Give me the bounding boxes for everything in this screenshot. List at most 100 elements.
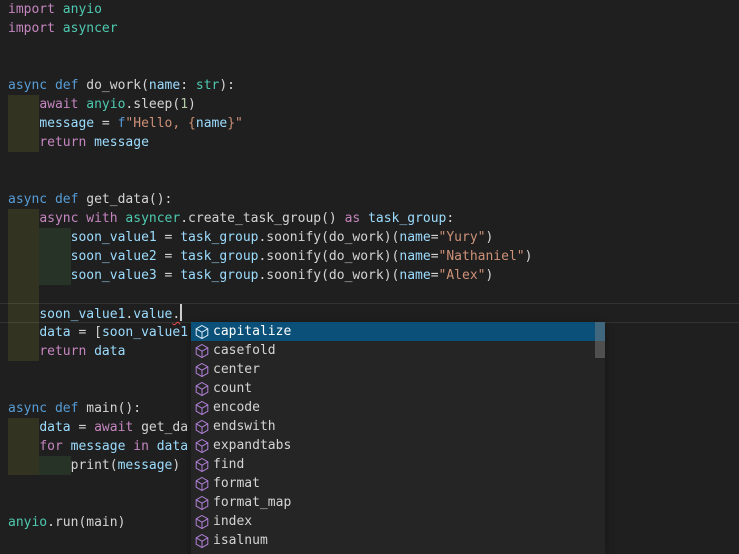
code-token: 1 — [180, 97, 188, 112]
code-line[interactable]: message = f"Hello, {name}" — [0, 114, 739, 133]
symbol-method-icon — [194, 438, 210, 454]
code-token: .run(main) — [47, 515, 125, 530]
code-token: str — [196, 78, 219, 93]
code-token: anyio — [63, 2, 102, 17]
suggest-item-encode[interactable]: encode — [191, 398, 605, 417]
code-token: get_da — [141, 420, 188, 435]
code-line[interactable]: import asyncer — [0, 19, 739, 38]
code-token: name — [149, 78, 180, 93]
code-token: name — [196, 116, 227, 131]
code-line[interactable]: async def do_work(name: str): — [0, 76, 739, 95]
code-line[interactable] — [0, 38, 739, 57]
code-token: (): — [118, 401, 141, 416]
suggest-item-label: casefold — [213, 343, 276, 358]
code-token: = — [71, 420, 94, 435]
code-token: main — [86, 401, 117, 416]
code-token — [55, 2, 63, 17]
suggest-item-label: format_map — [213, 495, 291, 510]
code-token: = — [94, 116, 117, 131]
code-line-current[interactable]: soon_value1.value. — [0, 304, 739, 323]
code-token: = — [157, 249, 180, 264]
suggest-item-casefold[interactable]: casefold — [191, 341, 605, 360]
code-token: = — [431, 249, 439, 264]
suggest-item-count[interactable]: count — [191, 379, 605, 398]
code-token: ): — [219, 78, 235, 93]
code-line[interactable]: soon_value1 = task_group.soonify(do_work… — [0, 228, 739, 247]
code-token — [8, 323, 39, 342]
code-token — [47, 192, 55, 207]
code-token: ) — [172, 458, 180, 473]
code-token: def — [55, 192, 78, 207]
suggest-item-find[interactable]: find — [191, 455, 605, 474]
code-token: in — [133, 439, 149, 454]
code-token: value — [133, 307, 172, 322]
code-token: task_group — [180, 230, 258, 245]
code-token — [8, 209, 39, 228]
code-token: message — [71, 439, 126, 454]
code-token — [8, 133, 39, 152]
code-line[interactable] — [0, 285, 739, 304]
code-token: soon_value3 — [71, 268, 157, 283]
code-token: }" — [227, 116, 243, 131]
code-token — [360, 211, 368, 226]
code-token — [8, 114, 39, 133]
symbol-method-icon — [194, 514, 210, 530]
code-line[interactable]: await anyio.sleep(1) — [0, 95, 739, 114]
code-token: def — [55, 78, 78, 93]
suggest-item-label: find — [213, 457, 244, 472]
suggest-item-center[interactable]: center — [191, 360, 605, 379]
code-token: anyio — [8, 515, 47, 530]
code-token — [8, 228, 39, 247]
suggest-item-capitalize[interactable]: capitalize — [191, 322, 605, 341]
suggest-item-label: encode — [213, 400, 260, 415]
code-token: print — [71, 458, 110, 473]
code-token: import — [8, 2, 55, 17]
code-token: ) — [525, 249, 533, 264]
suggest-item-endswith[interactable]: endswith — [191, 417, 605, 436]
code-line[interactable]: async def get_data(): — [0, 190, 739, 209]
autocomplete-list: capitalize casefold center count encode endsw… — [191, 322, 605, 550]
code-token: .create_task_group() — [180, 211, 344, 226]
code-token — [8, 437, 39, 456]
code-token — [8, 304, 39, 323]
code-token: soon_value1 — [102, 325, 188, 340]
suggest-item-format[interactable]: format — [191, 474, 605, 493]
code-token: message — [118, 458, 173, 473]
code-token — [55, 21, 63, 36]
suggest-item-label: count — [213, 381, 252, 396]
code-token: = — [431, 268, 439, 283]
code-line[interactable]: return message — [0, 133, 739, 152]
code-token — [149, 439, 157, 454]
code-token: ) — [188, 97, 196, 112]
code-line[interactable] — [0, 57, 739, 76]
code-token: name — [399, 249, 430, 264]
suggest-item-index[interactable]: index — [191, 512, 605, 531]
code-line[interactable] — [0, 171, 739, 190]
code-token: = — [431, 230, 439, 245]
code-token — [63, 439, 71, 454]
code-token: async — [8, 78, 47, 93]
code-token: task_group — [180, 268, 258, 283]
code-token: asyncer — [63, 21, 118, 36]
symbol-method-icon — [194, 343, 210, 359]
suggest-item-expandtabs[interactable]: expandtabs — [191, 436, 605, 455]
code-token: data — [94, 344, 125, 359]
suggest-item-isalnum[interactable]: isalnum — [191, 531, 605, 550]
code-token — [86, 135, 94, 150]
code-line[interactable]: soon_value3 = task_group.soonify(do_work… — [0, 266, 739, 285]
autocomplete-scrollbar-slider[interactable] — [595, 322, 605, 358]
autocomplete-scrollbar[interactable] — [595, 322, 605, 554]
code-token — [8, 95, 39, 114]
code-line[interactable]: async with asyncer.create_task_group() a… — [0, 209, 739, 228]
code-token: "Nathaniel" — [439, 249, 525, 264]
code-line[interactable] — [0, 152, 739, 171]
code-token: (): — [149, 192, 172, 207]
code-token: .soonify(do_work)( — [258, 230, 399, 245]
code-line[interactable]: import anyio — [0, 0, 739, 19]
code-token — [133, 420, 141, 435]
code-line[interactable]: soon_value2 = task_group.soonify(do_work… — [0, 247, 739, 266]
code-token: with — [86, 211, 117, 226]
suggest-item-format_map[interactable]: format_map — [191, 493, 605, 512]
code-token: : — [446, 211, 454, 226]
code-token: : — [180, 78, 188, 93]
